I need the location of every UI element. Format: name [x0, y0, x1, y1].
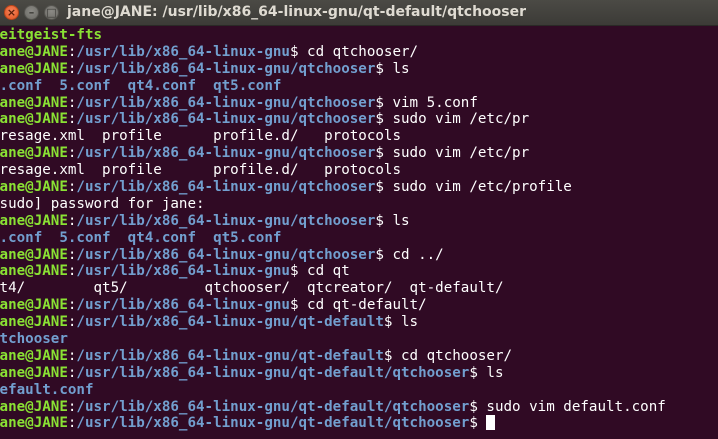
terminal-line: qt4/ qt5/ qtchooser/ qtcreator/ qt-defau…	[0, 280, 718, 297]
terminal-line: presage.xml profile profile.d/ protocols	[0, 162, 718, 179]
path-text: /usr/lib/x86_64-linux-gnu/qtchooser	[76, 212, 376, 229]
path-text: /usr/lib/x86_64-linux-gnu	[76, 297, 290, 314]
prompt-user-host: jane@JANE	[0, 415, 68, 432]
terminal-line: jane@JANE:/usr/lib/x86_64-linux-gnu/qt-d…	[0, 415, 718, 432]
terminal-line: jane@JANE:/usr/lib/x86_64-linux-gnu/qt-d…	[0, 399, 718, 416]
terminal-text: presage.xml profile profile.d/ protocols	[0, 128, 401, 145]
path-text: /usr/lib/x86_64-linux-gnu	[76, 43, 290, 60]
prompt-user-host: zeitgeist-fts	[0, 27, 103, 43]
terminal-text: $ cd qt-default/	[289, 297, 427, 314]
terminal-line: jane@JANE:/usr/lib/x86_64-linux-gnu/qtch…	[0, 95, 718, 112]
terminal-text: $ ls	[383, 314, 419, 331]
terminal-line: jane@JANE:/usr/lib/x86_64-linux-gnu/qtch…	[0, 179, 718, 196]
path-text: /usr/lib/x86_64-linux-gnu	[76, 263, 290, 280]
path-text: /usr/lib/x86_64-linux-gnu/qtchooser	[76, 246, 376, 263]
path-text: /usr/lib/x86_64-linux-gnu/qtchooser	[76, 179, 376, 196]
path-text: /usr/lib/x86_64-linux-gnu/qt-default	[76, 314, 384, 331]
terminal-text: [sudo] password for jane:	[0, 195, 205, 212]
terminal-line: presage.xml profile profile.d/ protocols	[0, 128, 718, 145]
path-text: /usr/lib/x86_64-linux-gnu/qt-default/qtc…	[76, 364, 470, 381]
terminal-text: $	[469, 415, 487, 432]
title-bar[interactable]: × – □ jane@JANE: /usr/lib/x86_64-linux-g…	[0, 0, 718, 26]
terminal-text: presage.xml profile profile.d/ protocols	[0, 162, 401, 179]
terminal-line: jane@JANE:/usr/lib/x86_64-linux-gnu/qt-d…	[0, 348, 718, 365]
terminal-line: jane@JANE:/usr/lib/x86_64-linux-gnu/qt-d…	[0, 314, 718, 331]
terminal-text: $ cd qt	[289, 263, 350, 280]
prompt-user-host: jane@JANE	[0, 145, 68, 162]
prompt-user-host: jane@JANE	[0, 212, 68, 229]
prompt-user-host: jane@JANE	[0, 364, 68, 381]
terminal-text: $ sudo vim /etc/profile	[375, 179, 572, 196]
maximize-icon: □	[46, 6, 57, 19]
prompt-user-host: jane@JANE	[0, 297, 68, 314]
terminal-line: jane@JANE:/usr/lib/x86_64-linux-gnu$ cd …	[0, 44, 718, 61]
path-text: /usr/lib/x86_64-linux-gnu/qt-default/qtc…	[76, 415, 470, 432]
terminal-line: zeitgeist-fts	[0, 27, 718, 44]
prompt-user-host: jane@JANE	[0, 60, 68, 77]
terminal-output[interactable]: zeitgeist-ftsjane@JANE:/usr/lib/x86_64-l…	[0, 27, 718, 439]
terminal-line: jane@JANE:/usr/lib/x86_64-linux-gnu/qtch…	[0, 111, 718, 128]
path-text: /usr/lib/x86_64-linux-gnu/qt-default	[76, 347, 384, 364]
terminal-text: $ ls	[375, 212, 410, 229]
close-icon: ×	[6, 6, 17, 19]
path-text: qtchooser	[0, 331, 68, 348]
path-text: default.conf	[0, 381, 94, 398]
terminal-line: 4.conf 5.conf qt4.conf qt5.conf	[0, 78, 718, 95]
terminal-text: $ sudo vim /etc/pr	[375, 145, 530, 162]
terminal-line: jane@JANE:/usr/lib/x86_64-linux-gnu$ cd …	[0, 297, 718, 314]
terminal-text: $ ls	[469, 364, 504, 381]
terminal-text: $ sudo vim default.conf	[469, 398, 666, 415]
maximize-button[interactable]: □	[44, 5, 59, 20]
path-text: 4.conf 5.conf qt4.conf qt5.conf	[0, 229, 282, 246]
path-text: /usr/lib/x86_64-linux-gnu/qtchooser	[76, 111, 376, 128]
terminal-text: $ cd qtchooser/	[289, 43, 419, 60]
minimize-icon: –	[28, 6, 35, 19]
terminal-line: 4.conf 5.conf qt4.conf qt5.conf	[0, 230, 718, 247]
terminal-line: jane@JANE:/usr/lib/x86_64-linux-gnu$ cd …	[0, 263, 718, 280]
terminal-text: $ cd ../	[375, 246, 444, 263]
window-title: jane@JANE: /usr/lib/x86_64-linux-gnu/qt-…	[67, 4, 527, 20]
terminal-text: $ vim 5.conf	[375, 94, 478, 111]
prompt-user-host: jane@JANE	[0, 43, 68, 60]
terminal-line: jane@JANE:/usr/lib/x86_64-linux-gnu/qtch…	[0, 61, 718, 78]
prompt-user-host: jane@JANE	[0, 246, 68, 263]
terminal-line: jane@JANE:/usr/lib/x86_64-linux-gnu/qtch…	[0, 213, 718, 230]
prompt-user-host: jane@JANE	[0, 263, 68, 280]
path-text: /usr/lib/x86_64-linux-gnu/qtchooser	[76, 145, 376, 162]
prompt-user-host: jane@JANE	[0, 347, 68, 364]
terminal-text: $ ls	[375, 60, 410, 77]
terminal-line: qtchooser	[0, 331, 718, 348]
prompt-user-host: jane@JANE	[0, 111, 68, 128]
terminal-line: [sudo] password for jane:	[0, 196, 718, 213]
path-text: /usr/lib/x86_64-linux-gnu/qtchooser	[76, 60, 376, 77]
prompt-user-host: jane@JANE	[0, 179, 68, 196]
terminal-line: jane@JANE:/usr/lib/x86_64-linux-gnu/qtch…	[0, 247, 718, 264]
path-text: /usr/lib/x86_64-linux-gnu/qtchooser	[76, 94, 376, 111]
terminal-text: qt4/ qt5/ qtchooser/ qtcreator/ qt-defau…	[0, 280, 504, 297]
terminal-line: jane@JANE:/usr/lib/x86_64-linux-gnu/qt-d…	[0, 365, 718, 382]
terminal-text: $ sudo vim /etc/pr	[375, 111, 530, 128]
terminal-cursor	[486, 415, 496, 431]
prompt-user-host: jane@JANE	[0, 314, 68, 331]
prompt-user-host: jane@JANE	[0, 398, 68, 415]
minimize-button[interactable]: –	[24, 5, 39, 20]
path-text: /usr/lib/x86_64-linux-gnu/qt-default/qtc…	[76, 398, 470, 415]
terminal-line: jane@JANE:/usr/lib/x86_64-linux-gnu/qtch…	[0, 145, 718, 162]
close-button[interactable]: ×	[4, 5, 19, 20]
terminal-line: default.conf	[0, 382, 718, 399]
path-text: 4.conf 5.conf qt4.conf qt5.conf	[0, 77, 282, 94]
terminal-text: $ cd qtchooser/	[383, 347, 513, 364]
prompt-user-host: jane@JANE	[0, 94, 68, 111]
